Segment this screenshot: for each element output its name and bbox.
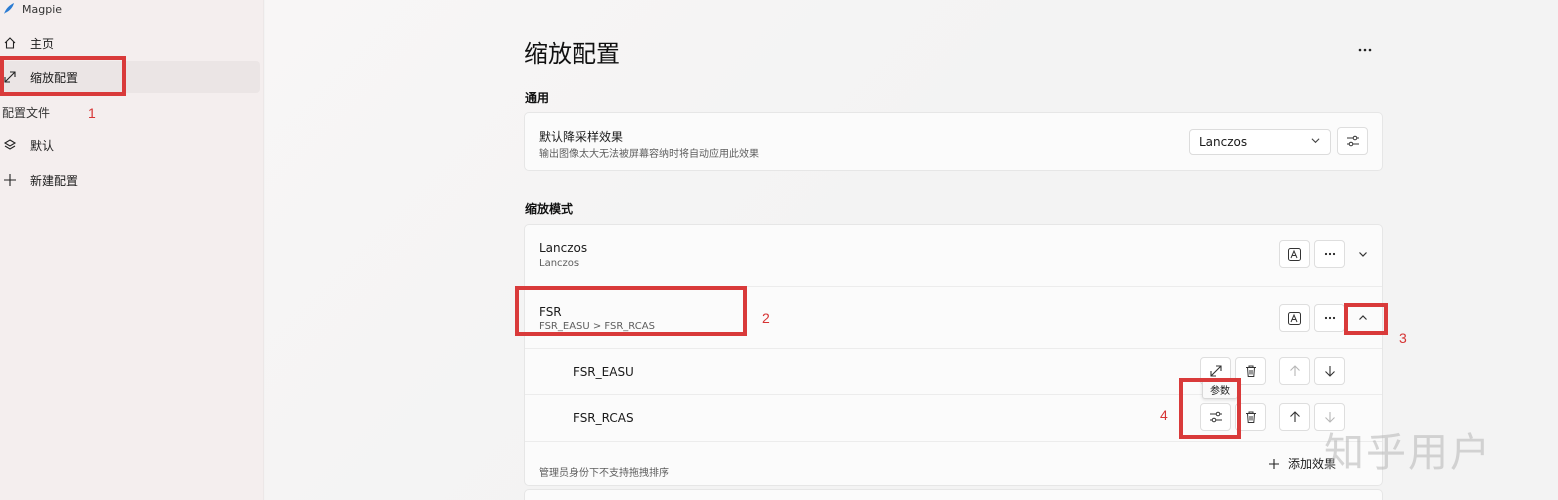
trash-icon xyxy=(1245,365,1256,377)
effect-name: FSR_EASU xyxy=(573,365,634,379)
layers-icon xyxy=(3,138,17,152)
scale-icon xyxy=(1209,365,1222,377)
default-downscale-subtitle: 输出图像太大无法被屏幕容纳时将自动应用此效果 xyxy=(539,149,759,160)
plus-icon xyxy=(1269,458,1279,469)
app-title-bar: Magpie xyxy=(2,1,62,17)
rename-icon xyxy=(1288,311,1301,325)
annotation-box-3 xyxy=(1344,303,1388,335)
annotation-number-2: 2 xyxy=(762,310,770,326)
arrow-down-icon xyxy=(1324,366,1335,377)
sidebar-item-label: 新建配置 xyxy=(30,173,79,188)
rename-mode-button[interactable] xyxy=(1279,240,1310,268)
sidebar-item-default-profile[interactable]: 默认 xyxy=(0,129,260,161)
divider xyxy=(525,348,1382,349)
more-icon xyxy=(1358,48,1372,52)
chevron-down-icon xyxy=(1311,136,1320,148)
annotation-number-3: 3 xyxy=(1399,330,1407,346)
mode-name: Lanczos xyxy=(539,241,588,255)
sidebar-item-label: 主页 xyxy=(30,36,55,51)
rename-mode-button[interactable] xyxy=(1279,304,1310,332)
next-mode-card xyxy=(524,489,1383,500)
annotation-box-1 xyxy=(0,56,126,96)
more-icon xyxy=(1324,252,1335,256)
drag-sort-note: 管理员身份下不支持拖拽排序 xyxy=(539,468,669,479)
home-icon xyxy=(3,36,17,50)
sliders-icon xyxy=(1346,135,1359,147)
sidebar-item-label: 默认 xyxy=(30,138,55,153)
select-value: Lanczos xyxy=(1199,135,1248,149)
annotation-number-4: 4 xyxy=(1160,407,1168,423)
watermark: 知乎用户 xyxy=(1324,430,1492,476)
sidebar-item-new-profile[interactable]: 新建配置 xyxy=(0,164,260,196)
default-downscale-title: 默认降采样效果 xyxy=(539,130,624,144)
sidebar-item-home[interactable]: 主页 xyxy=(0,27,260,59)
mode-chain: Lanczos xyxy=(539,258,580,269)
magpie-logo-icon xyxy=(2,2,16,16)
arrow-up-icon xyxy=(1289,411,1300,422)
default-downscale-select[interactable]: Lanczos xyxy=(1189,129,1331,155)
annotation-number-1: 1 xyxy=(88,105,96,121)
modes-header: 缩放模式 xyxy=(525,202,574,216)
more-options-button[interactable] xyxy=(1352,37,1378,63)
profiles-header: 配置文件 xyxy=(2,106,51,120)
more-icon xyxy=(1324,316,1335,320)
annotation-box-4 xyxy=(1179,378,1241,439)
expand-mode-button[interactable] xyxy=(1347,240,1378,268)
mode-more-button[interactable] xyxy=(1314,304,1345,332)
chevron-down-icon xyxy=(1358,252,1367,257)
divider xyxy=(525,441,1382,442)
move-down-button[interactable] xyxy=(1314,357,1345,385)
move-up-button[interactable] xyxy=(1279,403,1310,431)
downscale-params-button[interactable] xyxy=(1337,127,1368,155)
rename-icon xyxy=(1288,247,1301,261)
mode-more-button[interactable] xyxy=(1314,240,1345,268)
divider xyxy=(525,394,1382,395)
general-header: 通用 xyxy=(525,91,550,105)
plus-icon xyxy=(3,173,17,187)
move-up-button[interactable] xyxy=(1279,357,1310,385)
page-title: 缩放配置 xyxy=(524,40,620,68)
scale-modes-card: Lanczos Lanczos FSR FSR_EASU > FSR_RCAS … xyxy=(524,224,1383,486)
annotation-box-2 xyxy=(515,286,747,336)
app-title: Magpie xyxy=(22,2,63,16)
default-downscale-card: 默认降采样效果 输出图像太大无法被屏幕容纳时将自动应用此效果 Lanczos xyxy=(524,112,1383,171)
arrow-up-icon xyxy=(1289,365,1300,376)
trash-icon xyxy=(1245,411,1256,423)
effect-name: FSR_RCAS xyxy=(573,411,634,425)
